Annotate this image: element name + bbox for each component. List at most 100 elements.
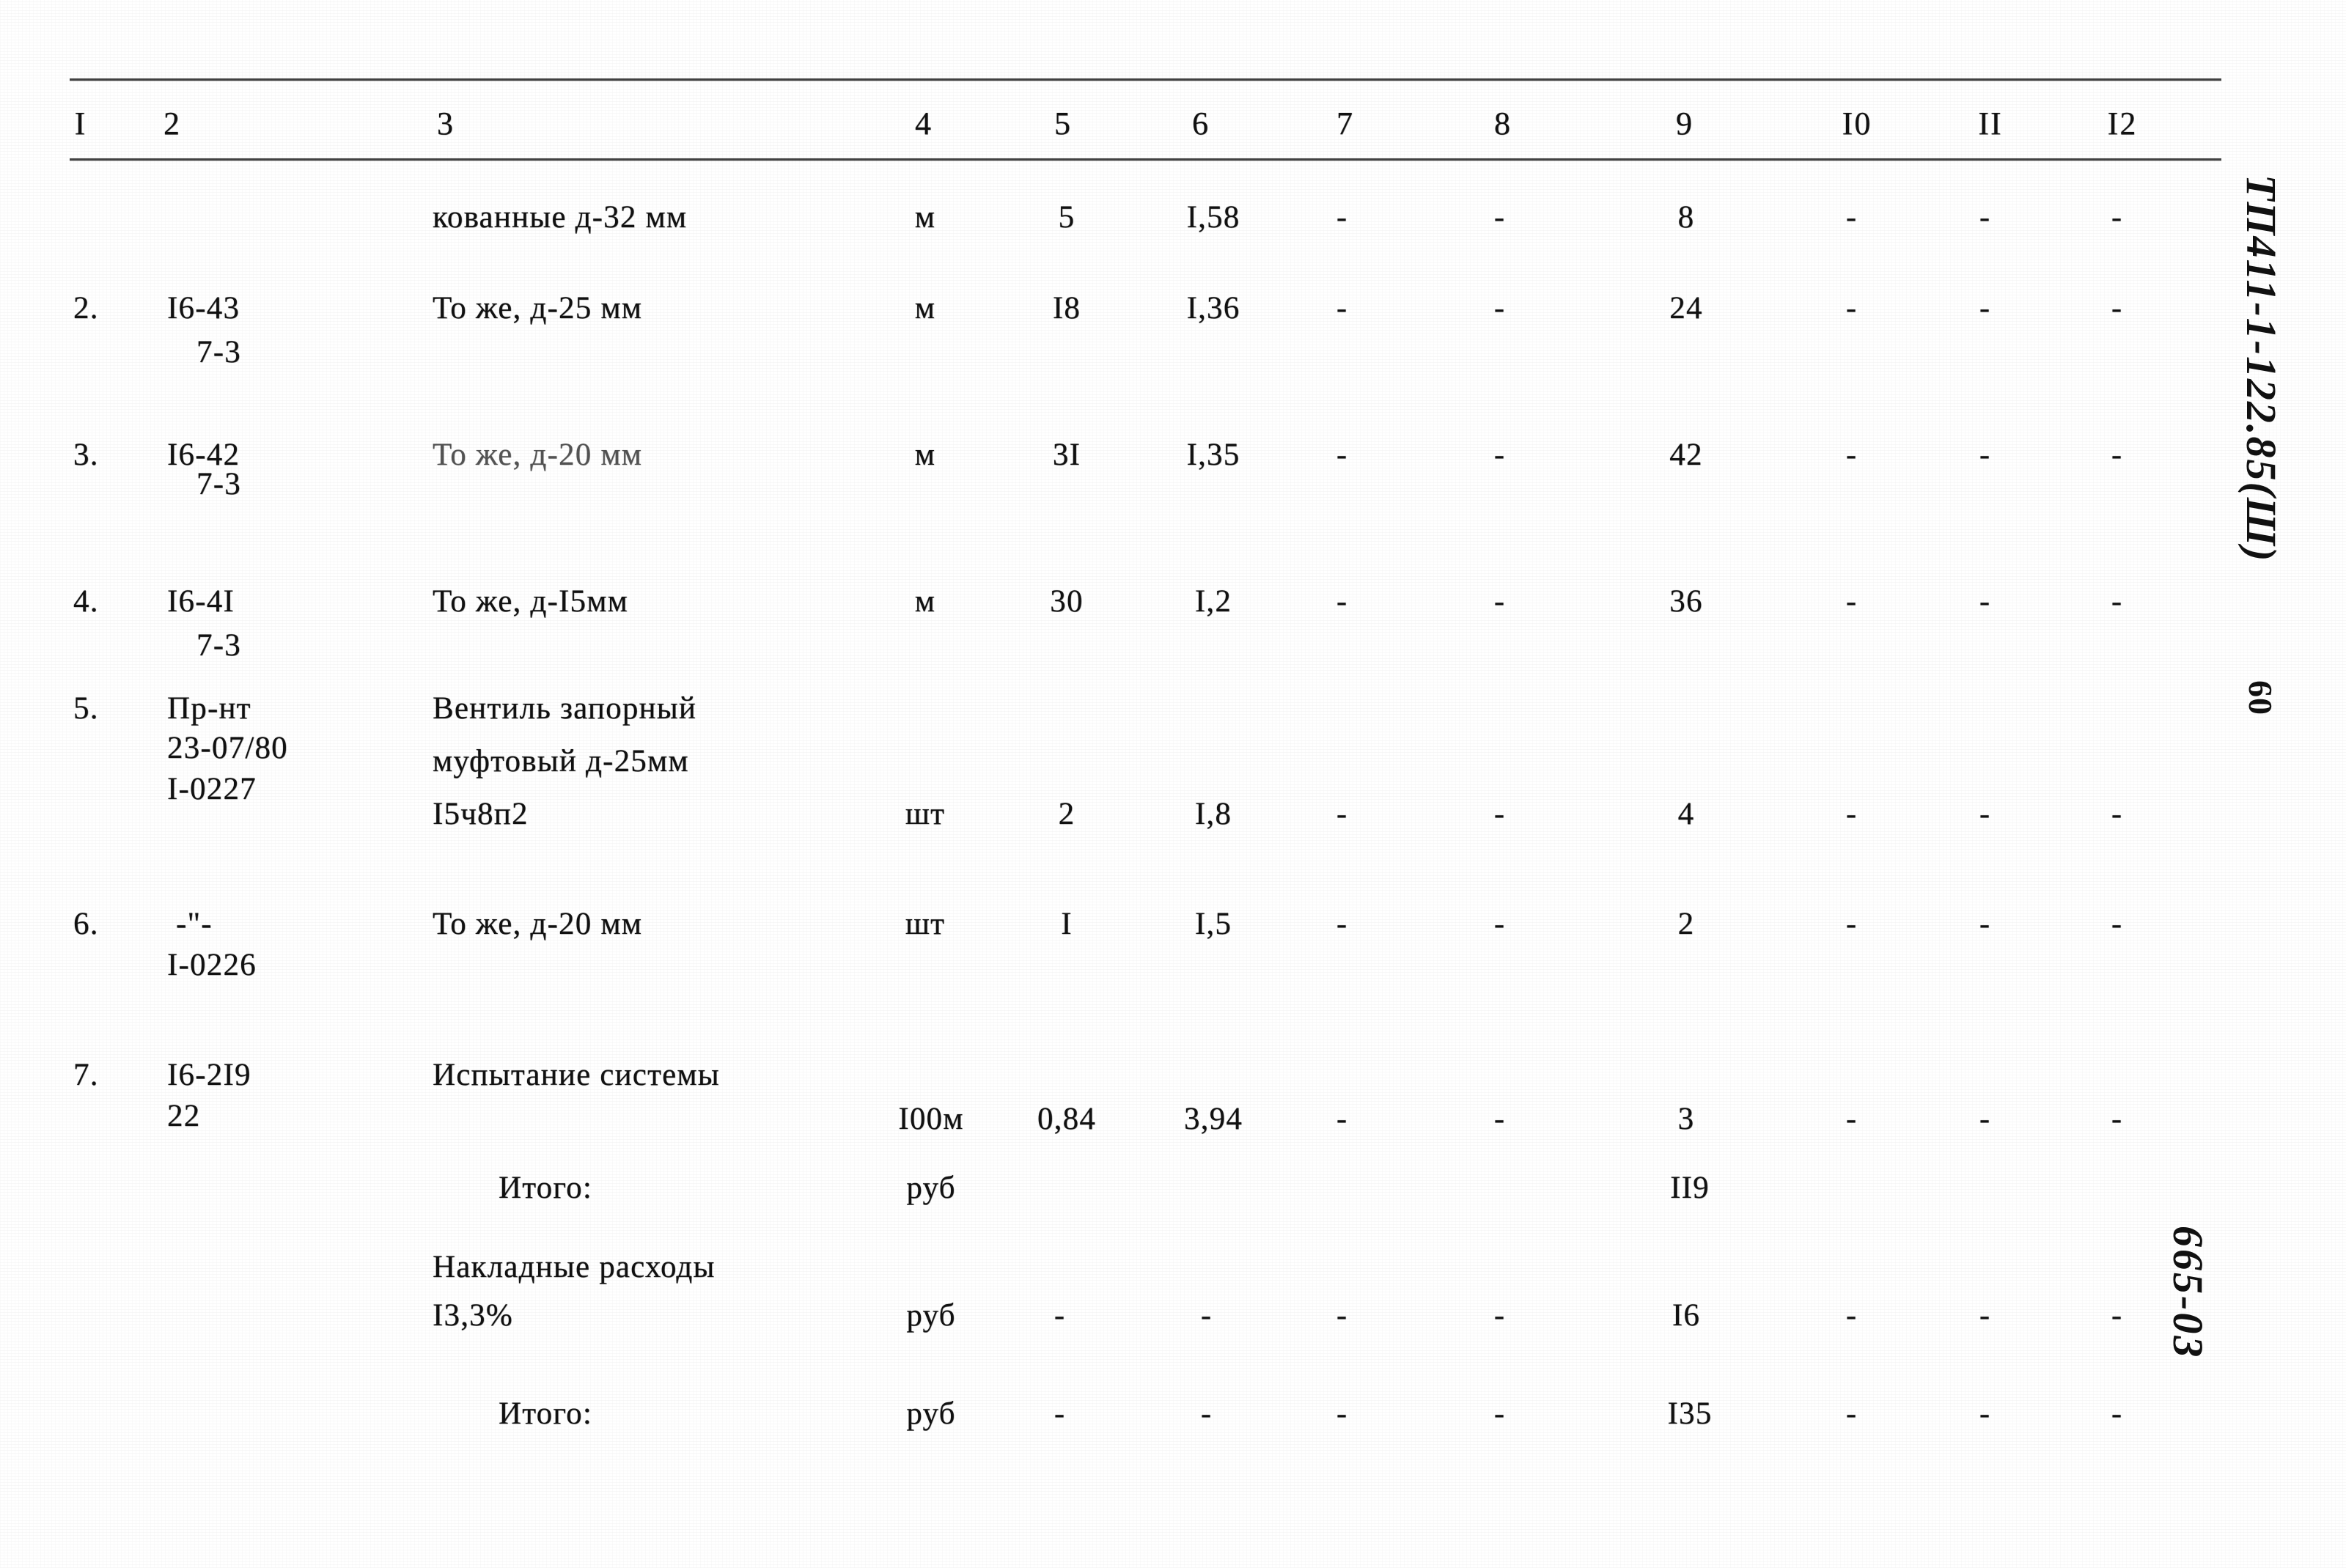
row-7-col8: - bbox=[1493, 1102, 1505, 1136]
scanned-page: I 2 3 4 5 6 7 8 9 I0 II I2 кованные д-32… bbox=[0, 0, 2346, 1568]
row-1-col7: - bbox=[1336, 200, 1347, 235]
row-5-index: 5. bbox=[73, 691, 99, 726]
row-6-unit-cost: I,5 bbox=[1194, 907, 1232, 941]
row-2-description: То же, д-25 мм bbox=[433, 291, 643, 325]
column-header-12: I2 bbox=[2107, 106, 2138, 141]
row-2-index: 2. bbox=[73, 291, 99, 325]
column-header-3: 3 bbox=[437, 106, 455, 141]
summary-1-total: II9 bbox=[1670, 1171, 1710, 1205]
row-4-code: I6-4I bbox=[167, 584, 235, 619]
row-2-col7: - bbox=[1336, 291, 1347, 325]
row-4-quantity: 30 bbox=[1050, 584, 1084, 619]
row-6-unit: шт bbox=[905, 907, 946, 941]
row-7-quantity: 0,84 bbox=[1037, 1102, 1097, 1136]
row-6-col8: - bbox=[1493, 907, 1505, 941]
summary-2-col6: - bbox=[1200, 1298, 1212, 1333]
row-3-quantity: 3I bbox=[1052, 438, 1081, 472]
row-7-unit-cost: 3,94 bbox=[1183, 1102, 1243, 1136]
row-2-unit-cost: I,36 bbox=[1186, 291, 1240, 325]
summary-2-col5: - bbox=[1054, 1298, 1065, 1333]
summary-3-col11: - bbox=[1979, 1396, 1990, 1431]
row-5-col12: - bbox=[2111, 797, 2122, 831]
row-4-col10: - bbox=[1845, 584, 1857, 619]
row-2-total: 24 bbox=[1669, 291, 1703, 325]
row-5-col11: - bbox=[1979, 797, 1990, 831]
row-7-code-line2: 22 bbox=[167, 1099, 201, 1133]
row-7-total: 3 bbox=[1677, 1102, 1695, 1136]
row-4-description: То же, д-I5мм bbox=[433, 584, 629, 619]
row-7-index: 7. bbox=[73, 1058, 99, 1092]
row-3-unit-cost: I,35 bbox=[1186, 438, 1240, 472]
row-3-col7: - bbox=[1336, 438, 1347, 472]
row-7-col7: - bbox=[1336, 1102, 1347, 1136]
row-6-quantity: I bbox=[1061, 907, 1073, 941]
row-4-unit: м bbox=[914, 584, 936, 619]
column-header-10: I0 bbox=[1842, 106, 1872, 141]
summary-2-col8: - bbox=[1493, 1298, 1505, 1333]
summary-2-label: Накладные расходы bbox=[433, 1250, 716, 1284]
column-header-11: II bbox=[1978, 106, 2003, 141]
summary-2-label-line2: I3,3% bbox=[433, 1298, 513, 1333]
row-2-code-line2: 7-3 bbox=[196, 335, 241, 369]
row-2-col8: - bbox=[1493, 291, 1505, 325]
row-4-col7: - bbox=[1336, 584, 1347, 619]
summary-1-unit: руб bbox=[906, 1171, 956, 1205]
row-6-col12: - bbox=[2111, 907, 2122, 941]
row-6-col7: - bbox=[1336, 907, 1347, 941]
row-1-col10: - bbox=[1845, 200, 1857, 235]
summary-3-col7: - bbox=[1336, 1396, 1347, 1431]
column-header-5: 5 bbox=[1054, 106, 1072, 141]
row-3-col8: - bbox=[1493, 438, 1505, 472]
row-3-col11: - bbox=[1979, 438, 1990, 472]
row-2-col12: - bbox=[2111, 291, 2122, 325]
summary-2-total: I6 bbox=[1672, 1298, 1701, 1333]
row-7-description: Испытание системы bbox=[433, 1058, 720, 1092]
column-header-8: 8 bbox=[1494, 106, 1512, 141]
row-5-description: Вентиль запорный bbox=[433, 691, 697, 726]
row-7-col10: - bbox=[1845, 1102, 1857, 1136]
sheet-number-stamp: 665-03 bbox=[2164, 1226, 2212, 1360]
document-code-stamp: ТП411-1-122.85(Ш) bbox=[2237, 174, 2285, 563]
row-5-unit-cost: I,8 bbox=[1194, 797, 1232, 831]
row-4-unit-cost: I,2 bbox=[1194, 584, 1232, 619]
row-5-code-line2: 23-07/80 bbox=[167, 731, 288, 765]
row-4-index: 4. bbox=[73, 584, 99, 619]
row-6-description: То же, д-20 мм bbox=[433, 907, 643, 941]
summary-2-col11: - bbox=[1979, 1298, 1990, 1333]
summary-3-col12: - bbox=[2111, 1396, 2122, 1431]
row-5-code-line3: I-0227 bbox=[167, 772, 257, 806]
summary-3-label: Итого: bbox=[499, 1396, 592, 1431]
row-7-col12: - bbox=[2111, 1102, 2122, 1136]
row-1-quantity: 5 bbox=[1058, 200, 1075, 235]
row-4-code-line2: 7-3 bbox=[196, 628, 241, 663]
row-4-col11: - bbox=[1979, 584, 1990, 619]
row-1-total: 8 bbox=[1677, 200, 1695, 235]
summary-2-unit: руб bbox=[906, 1298, 956, 1333]
row-6-total: 2 bbox=[1677, 907, 1695, 941]
row-1-unit: м bbox=[914, 200, 936, 235]
row-3-col12: - bbox=[2111, 438, 2122, 472]
column-header-2: 2 bbox=[163, 106, 181, 141]
row-3-code-line2: 7-3 bbox=[196, 467, 241, 501]
summary-3-col5: - bbox=[1054, 1396, 1065, 1431]
row-6-col11: - bbox=[1979, 907, 1990, 941]
row-4-total: 36 bbox=[1669, 584, 1703, 619]
row-3-description: То же, д-20 мм bbox=[433, 438, 643, 472]
row-5-col8: - bbox=[1493, 797, 1505, 831]
row-2-code: I6-43 bbox=[167, 291, 240, 325]
page-number-stamp: 60 bbox=[2242, 680, 2279, 715]
column-header-1: I bbox=[74, 106, 87, 141]
row-2-unit: м bbox=[914, 291, 936, 325]
summary-3-col6: - bbox=[1200, 1396, 1212, 1431]
row-1-unit-cost: I,58 bbox=[1186, 200, 1240, 235]
row-1-col11: - bbox=[1979, 200, 1990, 235]
table-row bbox=[0, 0, 53, 128]
summary-2-col10: - bbox=[1845, 1298, 1857, 1333]
row-1-description: кованные д-32 мм bbox=[433, 200, 688, 235]
row-1-col8: - bbox=[1493, 200, 1505, 235]
row-5-col10: - bbox=[1845, 797, 1857, 831]
summary-2-col7: - bbox=[1336, 1298, 1347, 1333]
row-3-unit: м bbox=[914, 438, 936, 472]
column-header-9: 9 bbox=[1676, 106, 1694, 141]
row-4-col12: - bbox=[2111, 584, 2122, 619]
